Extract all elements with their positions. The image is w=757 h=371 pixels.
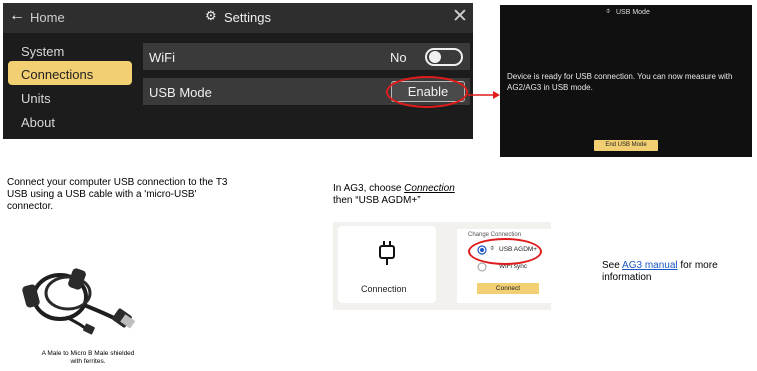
see-manual-text: See AG3 manual for more information [602,260,722,284]
usb-mode-panel: ⌽ USB Mode Device is ready for USB conne… [500,5,752,157]
arrow-icon [468,91,500,99]
sidebar-item-about[interactable]: About [21,115,55,130]
usb-mode-label: USB Mode [149,85,212,100]
connection-card-label: Connection [361,284,407,294]
usb-icon: ⌽ [606,8,611,15]
sidebar-item-system[interactable]: System [21,44,64,59]
sidebar-item-connections[interactable]: Connections [21,67,93,82]
toggle-knob [429,51,441,63]
connect-button[interactable]: Connect [477,283,539,294]
wifi-label: WiFi [149,50,175,65]
wifi-value: No [390,50,407,65]
usb-mode-message: Device is ready for USB connection. You … [507,72,733,92]
ag3-instr-emphasis: Connection [404,183,455,194]
usb-cable-image [22,268,136,335]
end-usb-mode-button[interactable]: End USB Mode [594,140,658,151]
close-icon[interactable]: ✕ [452,5,468,28]
wifi-row: WiFi No [143,43,470,70]
home-back-label[interactable]: Home [30,10,65,25]
settings-panel: ← Home ⚙ Settings ✕ System Connections U… [3,3,473,139]
sidebar-item-units[interactable]: Units [21,91,51,106]
enable-highlight-oval [386,76,468,108]
ag3-manual-link[interactable]: AG3 manual [622,260,678,271]
ag3-instructions: In AG3, choose Connection then “USB AGDM… [333,183,533,207]
usb-plug-icon [379,241,395,265]
usb-mode-title: USB Mode [616,9,650,16]
settings-title: Settings [224,10,271,25]
ag3-instr-prefix: In AG3, choose [333,183,405,194]
wifi-toggle[interactable] [425,48,463,66]
connection-card[interactable]: Connection [338,226,436,303]
see-prefix: See [602,260,623,271]
back-arrow-icon[interactable]: ← [9,7,25,25]
usb-cable-instructions: Connect your computer USB connection to … [7,177,228,212]
usb-option-highlight-oval [468,238,542,265]
popup-title: Change Connection [468,232,522,238]
gear-icon: ⚙ [205,8,217,23]
radio-unselected[interactable] [477,262,487,272]
ag3-instr-suffix: then “USB AGDM+” [333,195,421,206]
cable-caption: A Male to Micro B Male shielded with fer… [41,350,135,365]
settings-topbar: ← Home ⚙ Settings ✕ [3,3,473,33]
